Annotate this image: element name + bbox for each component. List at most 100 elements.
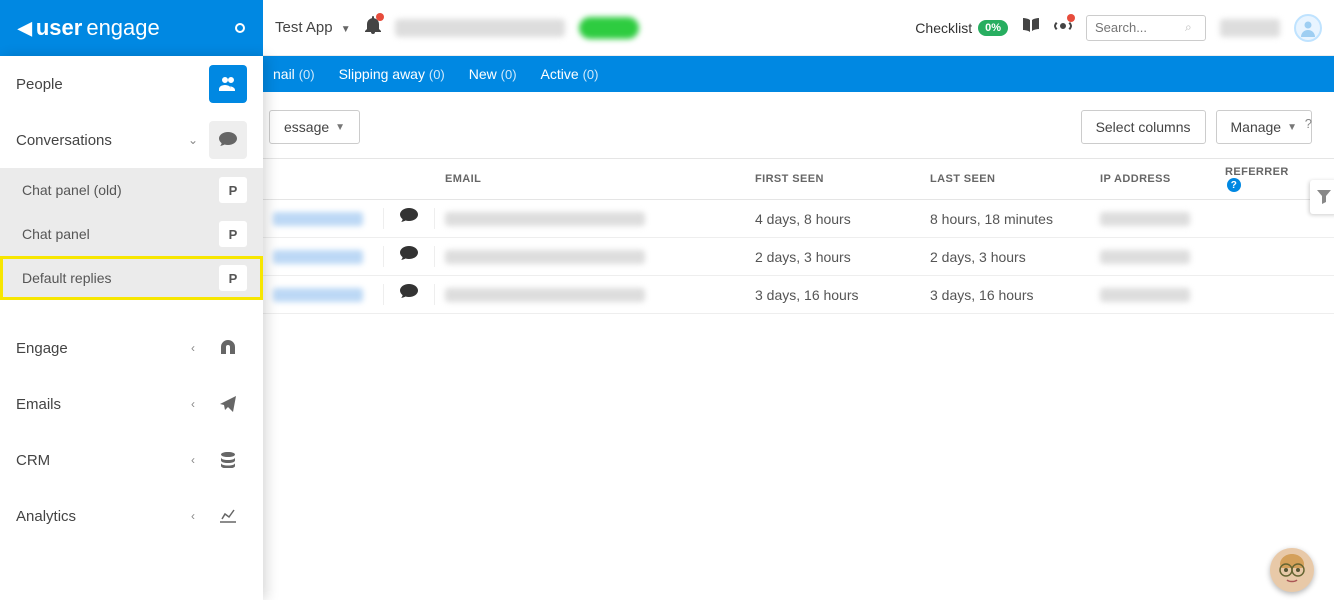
redacted-username — [1220, 19, 1280, 37]
col-last-seen[interactable]: LAST SEEN — [920, 173, 1090, 185]
chart-line-icon — [209, 497, 247, 535]
redacted-title — [395, 19, 565, 37]
chevron-down-icon: ⌄ — [183, 133, 203, 147]
checklist-button[interactable]: Checklist 0% — [915, 20, 1008, 36]
col-ip[interactable]: IP ADDRESS — [1090, 173, 1215, 185]
message-button[interactable]: essage ▼ — [269, 110, 360, 144]
cell-last-seen: 3 days, 16 hours — [920, 287, 1090, 303]
sidebar-item-analytics[interactable]: Analytics ‹ — [0, 488, 263, 544]
database-icon — [209, 441, 247, 479]
redacted-email — [445, 288, 645, 302]
users-table: EMAIL FIRST SEEN LAST SEEN IP ADDRESS RE… — [263, 158, 1334, 314]
table-row[interactable]: 3 days, 16 hours3 days, 16 hours — [263, 276, 1334, 314]
search-input[interactable] — [1095, 20, 1185, 35]
notification-dot-icon — [376, 13, 384, 21]
people-icon — [209, 65, 247, 103]
redacted-ip — [1100, 288, 1190, 302]
brand-logo[interactable]: ◀ user engage — [18, 15, 160, 41]
cell-first-seen: 3 days, 16 hours — [745, 287, 920, 303]
redacted-email — [445, 212, 645, 226]
chevron-left-icon: ‹ — [183, 341, 203, 355]
col-referrer[interactable]: REFERRER? — [1215, 166, 1305, 192]
checklist-percent: 0% — [978, 20, 1008, 36]
sidebar-label: Conversations — [16, 132, 183, 149]
table-row[interactable]: 2 days, 3 hours2 days, 3 hours — [263, 238, 1334, 276]
subnav-tabs: nail (0) Slipping away (0) New (0) Activ… — [263, 56, 1334, 92]
chevron-left-icon: ‹ — [183, 397, 203, 411]
broadcast-icon[interactable] — [1054, 17, 1072, 38]
app-name: Test App — [275, 19, 333, 36]
notifications-bell[interactable] — [365, 16, 381, 39]
brand-name-2: engage — [86, 15, 159, 41]
chevron-down-icon: ▼ — [335, 122, 345, 133]
pro-badge: P — [219, 265, 247, 291]
chevron-down-icon: ▼ — [341, 24, 351, 35]
filter-toggle[interactable] — [1310, 180, 1334, 214]
main-content: ? essage ▼ Select columns Manage ▼ EMAIL… — [263, 92, 1334, 600]
sidebar-label: People — [16, 76, 203, 93]
sidebar-label: CRM — [16, 452, 183, 469]
search-icon: ⌕ — [1185, 20, 1192, 35]
support-widget[interactable] — [1270, 548, 1314, 592]
help-button[interactable]: ? — [1305, 116, 1312, 131]
sidebar-label: Emails — [16, 396, 183, 413]
tab-new[interactable]: New (0) — [469, 66, 517, 82]
redacted-name — [273, 288, 363, 302]
chat-bubble-icon[interactable] — [400, 246, 418, 266]
col-first-seen[interactable]: FIRST SEEN — [745, 173, 920, 185]
chat-bubble-icon[interactable] — [400, 208, 418, 228]
search-box[interactable]: ⌕ — [1086, 15, 1206, 41]
chevron-down-icon: ▼ — [1287, 122, 1297, 133]
sub-label: Chat panel — [22, 226, 219, 242]
redacted-ip — [1100, 212, 1190, 226]
checklist-label: Checklist — [915, 20, 972, 36]
select-columns-button[interactable]: Select columns — [1081, 110, 1206, 144]
redacted-name — [273, 250, 363, 264]
redacted-pill — [579, 17, 639, 39]
table-header: EMAIL FIRST SEEN LAST SEEN IP ADDRESS RE… — [263, 158, 1334, 200]
status-indicator-icon — [235, 23, 245, 33]
redacted-ip — [1100, 250, 1190, 264]
chat-bubble-icon[interactable] — [400, 284, 418, 304]
sidebar-item-conversations[interactable]: Conversations ⌄ — [0, 112, 263, 168]
redacted-email — [445, 250, 645, 264]
col-email[interactable]: EMAIL — [435, 173, 745, 185]
book-icon[interactable] — [1022, 17, 1040, 38]
notification-dot-icon — [1067, 14, 1075, 22]
cell-first-seen: 4 days, 8 hours — [745, 211, 920, 227]
sidebar: People Conversations ⌄ Chat panel (old) … — [0, 56, 263, 600]
subitem-chat-panel-old[interactable]: Chat panel (old) P — [0, 168, 263, 212]
tab-active[interactable]: Active (0) — [541, 66, 599, 82]
chevron-left-icon: ‹ — [183, 509, 203, 523]
conversations-submenu: Chat panel (old) P Chat panel P Default … — [0, 168, 263, 300]
sidebar-item-engage[interactable]: Engage ‹ — [0, 320, 263, 376]
cell-last-seen: 2 days, 3 hours — [920, 249, 1090, 265]
user-avatar[interactable] — [1294, 14, 1322, 42]
tab-nail[interactable]: nail (0) — [273, 66, 315, 82]
chat-icon — [209, 121, 247, 159]
sidebar-label: Engage — [16, 340, 183, 357]
sub-label: Default replies — [22, 270, 219, 286]
subitem-default-replies[interactable]: Default replies P — [0, 256, 263, 300]
send-icon — [209, 385, 247, 423]
table-row[interactable]: 4 days, 8 hours8 hours, 18 minutes — [263, 200, 1334, 238]
toolbar: essage ▼ Select columns Manage ▼ — [263, 92, 1334, 158]
sidebar-item-emails[interactable]: Emails ‹ — [0, 376, 263, 432]
sidebar-label: Analytics — [16, 508, 183, 525]
subitem-chat-panel[interactable]: Chat panel P — [0, 212, 263, 256]
manage-button[interactable]: Manage ▼ — [1216, 110, 1313, 144]
pro-badge: P — [219, 221, 247, 247]
chevron-left-icon: ‹ — [183, 453, 203, 467]
brand-name-1: user — [36, 15, 82, 41]
sidebar-item-crm[interactable]: CRM ‹ — [0, 432, 263, 488]
magnet-icon — [209, 329, 247, 367]
redacted-name — [273, 212, 363, 226]
info-icon: ? — [1227, 178, 1241, 192]
app-selector[interactable]: Test App ▼ — [275, 19, 351, 36]
sub-label: Chat panel (old) — [22, 182, 219, 198]
tab-slipping-away[interactable]: Slipping away (0) — [339, 66, 445, 82]
logo-bar: ◀ user engage — [0, 0, 263, 56]
sidebar-item-people[interactable]: People — [0, 56, 263, 112]
arrow-left-icon: ◀ — [18, 18, 32, 39]
cell-first-seen: 2 days, 3 hours — [745, 249, 920, 265]
